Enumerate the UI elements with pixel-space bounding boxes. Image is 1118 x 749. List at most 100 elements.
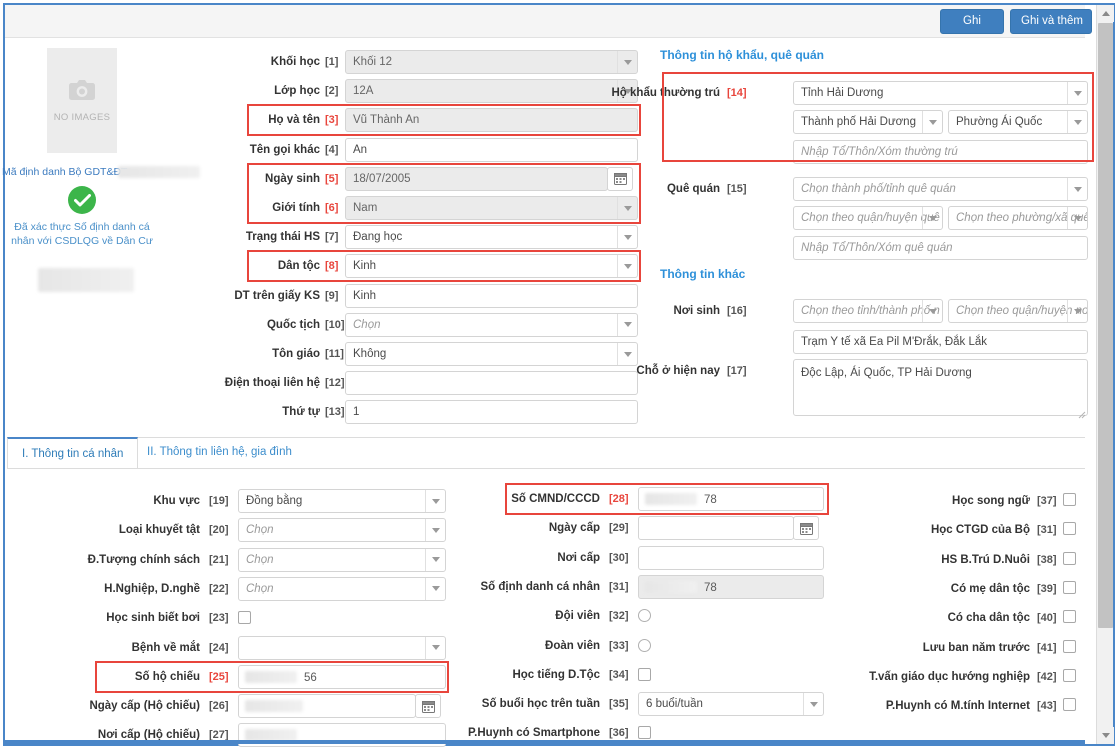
luu-ban-nam-truoc-checkbox[interactable]: [1063, 639, 1076, 653]
birthplace-district-select[interactable]: Chọn theo quận/huyện nơi: [948, 299, 1088, 323]
p-huynh-co-m-tinh-internet-label: P.Huynh có M.tính Internet: [885, 700, 1030, 713]
khu-vuc-select[interactable]: Đồng bằng: [238, 489, 446, 513]
chevron-down-icon: [922, 300, 942, 322]
gioi-tinh-number: [6]: [325, 202, 339, 214]
chevron-down-icon: [617, 226, 637, 249]
birthplace-province-select[interactable]: Chọn theo tỉnh/thành phố n: [793, 299, 943, 323]
permanent-ward-select[interactable]: Phường Ái Quốc: [948, 110, 1088, 134]
khoi-hoc-select[interactable]: Khối 12: [345, 50, 638, 74]
co-cha-dan-toc-label: Có cha dân tộc: [947, 612, 1030, 625]
gioi-tinh-select[interactable]: Nam: [345, 196, 638, 220]
lop-hoc-select[interactable]: 12A: [345, 79, 638, 104]
d-tuong-chinh-sach-number: [21]: [209, 553, 229, 566]
bottom-accent-bar: [5, 740, 1085, 744]
benh-ve-mat-select[interactable]: [238, 635, 446, 660]
vertical-scrollbar[interactable]: [1096, 5, 1114, 744]
hoc-sinh-biet-boi-label: Học sinh biết bơi: [106, 612, 200, 625]
p-huynh-co-m-tinh-internet-checkbox[interactable]: [1063, 698, 1076, 712]
ngay-cap-calendar-icon[interactable]: [793, 516, 819, 541]
co-cha-dan-toc-number: [40]: [1037, 612, 1057, 625]
khoi-hoc-number: [1]: [325, 56, 339, 68]
hoc-song-ngu-checkbox[interactable]: [1063, 493, 1076, 506]
h-nghiep-d-nghe-select[interactable]: Chọn: [238, 576, 446, 601]
other-info-section-heading: Thông tin khác: [660, 267, 746, 281]
so-cmnd-cccd-visible-digits: 78: [704, 494, 717, 506]
ministry-id-label: Mã định danh Bộ GDT&ĐT:: [2, 166, 130, 178]
doan-vien-radio[interactable]: [638, 638, 651, 652]
current-address-textarea[interactable]: Độc Lập, Ái Quốc, TP Hải Dương: [793, 359, 1088, 416]
ngay-cap-ho-chieu-calendar-icon[interactable]: [415, 694, 441, 719]
d-tuong-chinh-sach-select[interactable]: Chọn: [238, 547, 446, 572]
doi-vien-label: Đội viên: [555, 610, 600, 623]
p-huynh-co-smartphone-checkbox[interactable]: [638, 726, 651, 740]
dan-toc-label: Dân tộc: [277, 260, 320, 273]
t-van-giao-duc-huong-nghiep-checkbox[interactable]: [1063, 668, 1076, 682]
hometown-ward-select[interactable]: Chọn theo phường/xã quê: [948, 206, 1088, 230]
noi-cap-input[interactable]: [638, 545, 824, 570]
loai-khuyet-tat-number: [20]: [209, 524, 229, 537]
so-cmnd-cccd-input[interactable]: [638, 487, 824, 511]
birthplace-detail-input[interactable]: Trạm Y tế xã Ea Pil M'Đrắk, Đắk Lắk: [793, 330, 1088, 354]
co-me-dan-toc-label: Có mẹ dân tộc: [950, 582, 1030, 595]
p-huynh-co-smartphone-number: [36]: [609, 727, 629, 740]
co-me-dan-toc-checkbox[interactable]: [1063, 580, 1076, 594]
thu-tu-input[interactable]: 1: [345, 400, 638, 425]
ho-va-ten-input[interactable]: Vũ Thành An: [345, 108, 638, 133]
hometown-street-input[interactable]: Nhập Tổ/Thôn/Xóm quê quán: [793, 236, 1088, 260]
so-dinh-danh-ca-nhan-input[interactable]: [638, 574, 824, 599]
scroll-up-arrow-icon[interactable]: [1097, 5, 1114, 22]
scrollbar-thumb[interactable]: [1098, 23, 1113, 628]
so-cmnd-cccd-label: Số CMND/CCCD: [511, 493, 600, 505]
so-dinh-danh-ca-nhan-visible-digits: 78: [704, 581, 717, 594]
hoc-tieng-d-toc-checkbox[interactable]: [638, 667, 651, 681]
hometown-district-select[interactable]: Chọn theo quận/huyện quê: [793, 206, 943, 230]
so-buoi-hoc-tren-tuan-select[interactable]: 6 buổi/tuần: [638, 692, 824, 717]
save-and-add-button[interactable]: Ghi và thêm: [1010, 9, 1092, 34]
hometown-province-select[interactable]: Chọn thành phố/tỉnh quê quán: [793, 177, 1088, 201]
dan-toc-select[interactable]: Kinh: [345, 254, 638, 279]
permanent-district-select[interactable]: Thành phố Hải Dương: [793, 110, 943, 134]
chevron-down-icon: [617, 313, 637, 336]
hoc-ctgd-cua-bo-checkbox[interactable]: [1063, 522, 1076, 536]
co-me-dan-toc-number: [39]: [1037, 582, 1057, 595]
ton-giao-number: [11]: [325, 348, 344, 360]
doan-vien-label: Đoàn viên: [545, 639, 600, 652]
chevron-down-icon: [1067, 300, 1087, 322]
ton-giao-select[interactable]: Không: [345, 342, 638, 366]
trang-thai-hs-select[interactable]: Đang học: [345, 225, 638, 250]
quoc-tich-label: Quốc tịch: [266, 318, 320, 331]
dien-thoai-lien-he-input[interactable]: [345, 371, 638, 396]
hoc-sinh-biet-boi-checkbox[interactable]: [238, 611, 251, 625]
quoc-tich-select[interactable]: Chọn: [345, 312, 638, 337]
birthplace-number: [16]: [727, 305, 747, 317]
so-ho-chieu-input[interactable]: [238, 664, 446, 689]
permanent-street-input[interactable]: Nhập Tổ/Thôn/Xóm thường trú: [793, 140, 1088, 164]
dan-toc-number: [8]: [325, 260, 339, 273]
scroll-down-arrow-icon[interactable]: [1097, 727, 1114, 744]
loai-khuyet-tat-label: Loại khuyết tật: [118, 524, 200, 537]
ngay-cap-input[interactable]: [638, 516, 794, 541]
student-photo-placeholder[interactable]: NO IMAGES: [47, 48, 117, 153]
so-ho-chieu-number: [25]: [209, 670, 229, 683]
ngay-cap-ho-chieu-input[interactable]: [238, 694, 416, 719]
tab-personal-info[interactable]: I. Thông tin cá nhân: [7, 437, 139, 469]
permanent-province-select[interactable]: Tỉnh Hải Dương: [793, 81, 1088, 105]
save-button[interactable]: Ghi: [940, 9, 1004, 34]
so-dinh-danh-ca-nhan-label: Số định danh cá nhân: [480, 580, 600, 593]
hs-b-tru-d-nuoi-checkbox[interactable]: [1063, 551, 1076, 565]
tab-contact-family-info[interactable]: II. Thông tin liên hệ, gia đình: [133, 438, 306, 468]
loai-khuyet-tat-select[interactable]: Chọn: [238, 518, 446, 543]
t-van-giao-duc-huong-nghiep-number: [42]: [1037, 670, 1057, 683]
chevron-down-icon: [617, 197, 637, 219]
top-toolbar: Ghi Ghi và thêm: [5, 5, 1092, 38]
so-ho-chieu-label: Số hộ chiếu: [134, 670, 200, 683]
ngay-sinh-input[interactable]: 18/07/2005: [345, 166, 608, 191]
khu-vuc-number: [19]: [209, 495, 229, 507]
chevron-down-icon: [617, 51, 637, 73]
p-huynh-co-smartphone-label: P.Huynh có Smartphone: [467, 727, 600, 740]
no-image-label: NO IMAGES: [53, 111, 111, 123]
dt-tren-giay-ks-number: [9]: [325, 289, 339, 302]
co-cha-dan-toc-checkbox[interactable]: [1063, 610, 1076, 624]
ten-goi-khac-input[interactable]: An: [345, 137, 638, 162]
dt-tren-giay-ks-input[interactable]: Kinh: [345, 283, 638, 308]
